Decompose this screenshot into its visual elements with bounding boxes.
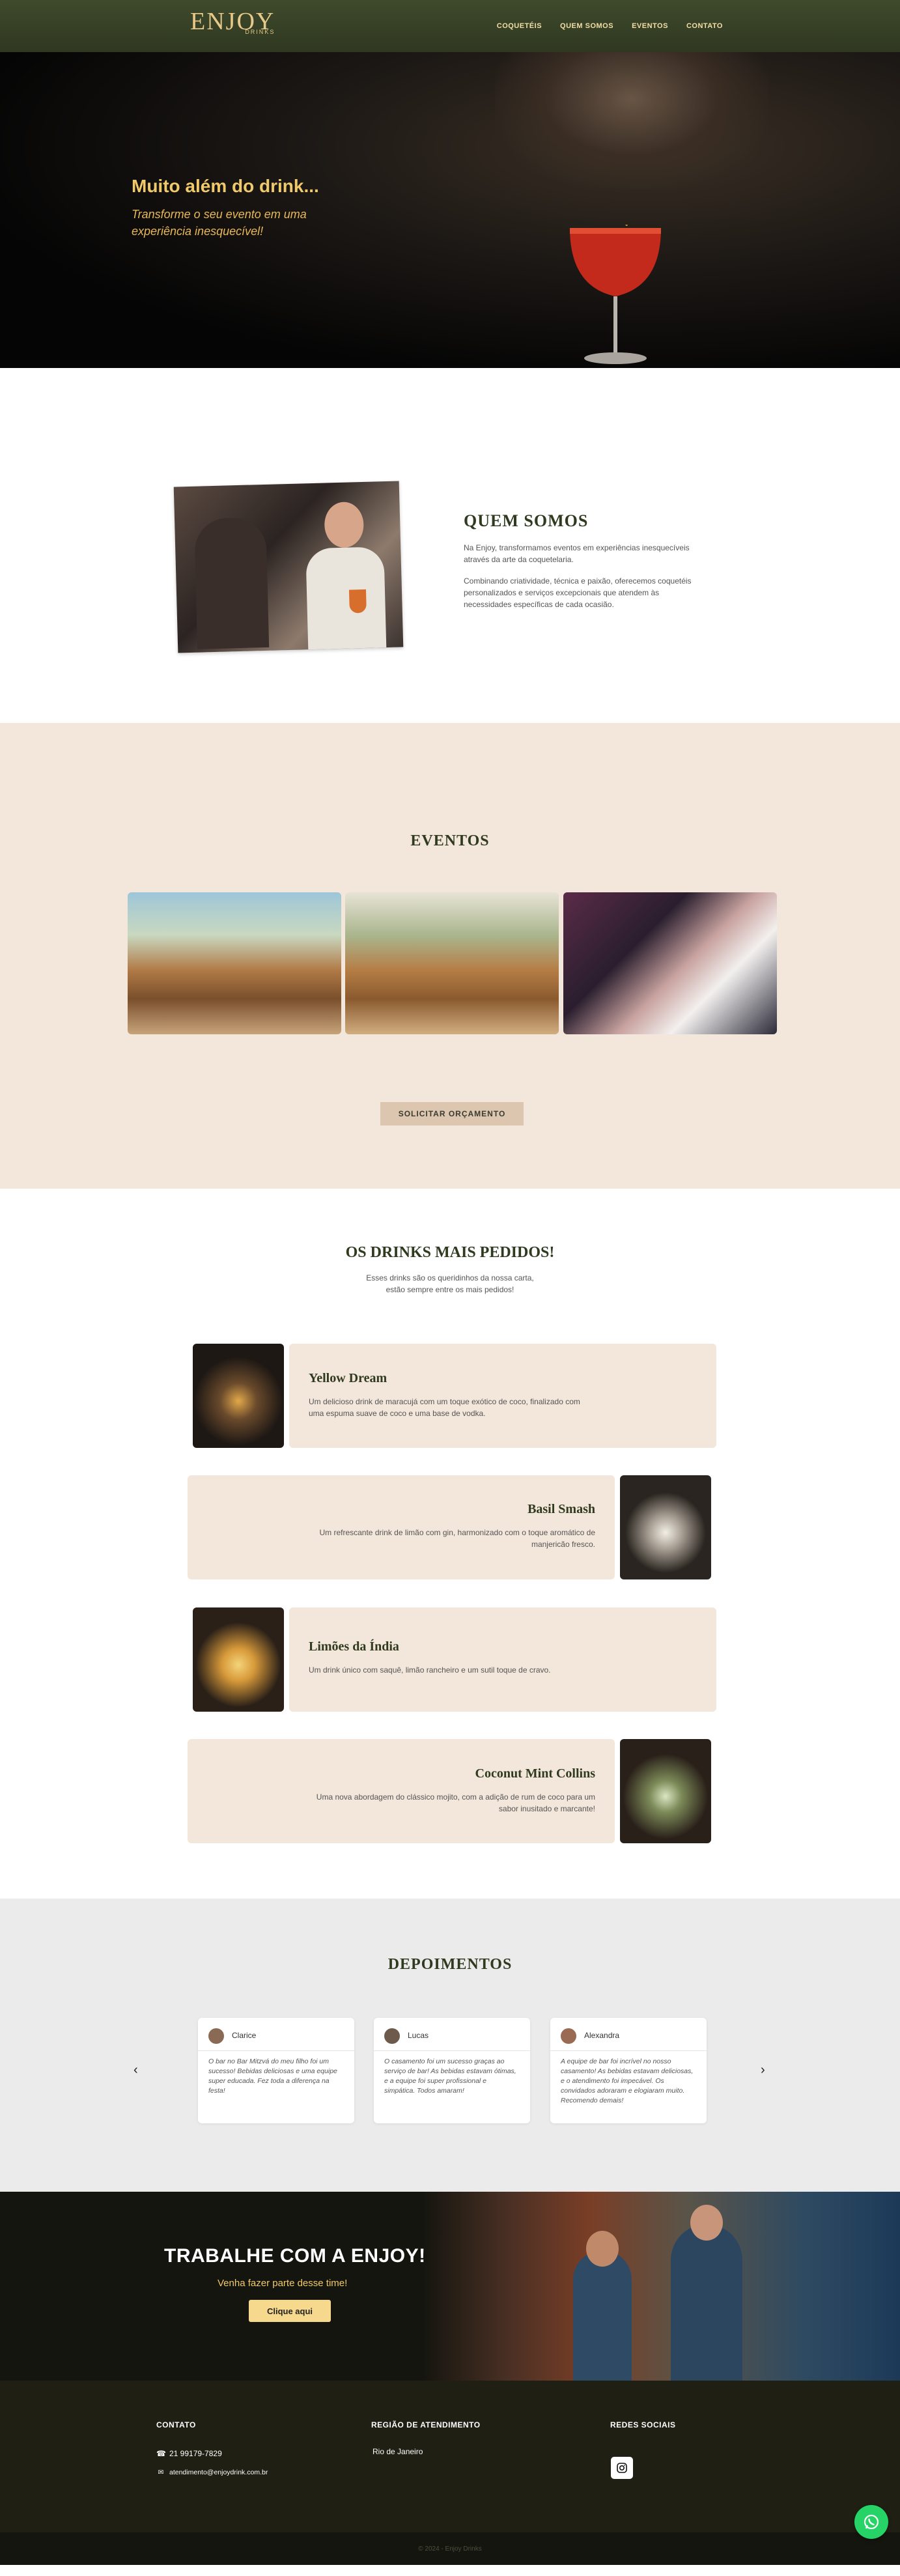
hero-title: Muito além do drink...	[132, 176, 319, 196]
drink-name: Limões da Índia	[309, 1639, 399, 1654]
testimonial-name: Clarice	[232, 2031, 257, 2040]
avatar	[384, 2028, 400, 2044]
whatsapp-icon[interactable]	[854, 2505, 888, 2539]
nav-coqueteis[interactable]: COQUETÉIS	[497, 22, 542, 30]
evento-photo-2[interactable]	[345, 892, 559, 1034]
drink-description: Um delicioso drink de maracujá com um to…	[309, 1397, 580, 1418]
drink-name: Basil Smash	[527, 1502, 595, 1516]
drinks-section: OS DRINKS MAIS PEDIDOS! Esses drinks são…	[0, 1189, 900, 1899]
drink-photo-limoes-da-india	[193, 1607, 284, 1712]
phone-number: 21 99179-7829	[169, 2449, 222, 2458]
footer-regiao: Rio de Janeiro	[373, 2447, 423, 2456]
quem-somos-paragraph-1: Na Enjoy, transformamos eventos em exper…	[464, 543, 690, 564]
carousel-next-arrow-icon[interactable]: ›	[761, 2063, 765, 2078]
footer-bottom-bar: © 2024 - Enjoy Drinks	[0, 2505, 900, 2565]
footer-email[interactable]: ✉ atendimento@enjoydrink.com.br	[156, 2469, 268, 2476]
evento-photo-3[interactable]	[563, 892, 777, 1034]
carousel-prev-arrow-icon[interactable]: ‹	[134, 2063, 138, 2078]
hero-hands-image	[495, 52, 768, 189]
footer-contato-title: CONTATO	[156, 2420, 196, 2429]
email-address: atendimento@enjoydrink.com.br	[169, 2469, 268, 2476]
testimonial-name: Alexandra	[584, 2031, 620, 2040]
cocktail-glass-image	[570, 225, 661, 364]
footer-phone[interactable]: ☎ 21 99179-7829	[156, 2449, 222, 2458]
avatar	[561, 2028, 576, 2044]
site-footer: CONTATO ☎ 21 99179-7829 ✉ atendimento@enjo…	[0, 2381, 900, 2532]
testimonial-text: A equipe de bar foi incrível no nosso ca…	[561, 2058, 694, 2104]
bartenders-photo	[423, 2192, 900, 2381]
drinks-subtitle-line-1: Esses drinks são os queridinhos da nossa…	[366, 1273, 534, 1282]
depoimentos-section: DEPOIMENTOS ‹ › Clarice O bar no Bar Mit…	[0, 1899, 900, 2192]
footer-redes-title: REDES SOCIAIS	[610, 2420, 676, 2429]
trabalhe-section: TRABALHE COM A ENJOY! Venha fazer parte …	[0, 2192, 900, 2381]
testimonial-name: Lucas	[408, 2031, 429, 2040]
testimonial-text: O bar no Bar Mitzvá do meu filho foi um …	[208, 2058, 337, 2095]
nav-eventos[interactable]: EVENTOS	[632, 22, 668, 30]
site-header: ENJOY DRINKS COQUETÉIS QUEM SOMOS EVENTO…	[0, 0, 900, 52]
eventos-section: EVENTOS SOLICITAR ORÇAMENTO	[0, 723, 900, 1189]
solicitar-orcamento-button[interactable]: SOLICITAR ORÇAMENTO	[380, 1102, 524, 1125]
drink-description: Um drink único com saquê, limão rancheir…	[309, 1665, 551, 1675]
drinks-title: OS DRINKS MAIS PEDIDOS!	[345, 1244, 555, 1261]
nav-contato[interactable]: CONTATO	[686, 22, 723, 30]
footer-regiao-title: REGIÃO DE ATENDIMENTO	[371, 2420, 481, 2429]
evento-photo-1[interactable]	[128, 892, 341, 1034]
copyright: © 2024 - Enjoy Drinks	[418, 2545, 482, 2553]
drink-card-limoes-da-india	[289, 1607, 716, 1712]
testimonial-card: Lucas O casamento foi um sucesso graças …	[374, 2018, 530, 2123]
drink-photo-yellow-dream	[193, 1344, 284, 1448]
quem-somos-section: QUEM SOMOS Na Enjoy, transformamos event…	[0, 368, 900, 723]
main-nav: COQUETÉIS QUEM SOMOS EVENTOS CONTATO	[497, 22, 723, 30]
quem-somos-paragraph-2: Combinando criatividade, técnica e paixã…	[464, 576, 692, 609]
drinks-subtitle-line-2: estão sempre entre os mais pedidos!	[386, 1285, 514, 1294]
drink-photo-coconut-mint-collins	[620, 1739, 711, 1843]
nav-quem-somos[interactable]: QUEM SOMOS	[560, 22, 613, 30]
testimonial-text: O casamento foi um sucesso graças ao ser…	[384, 2058, 516, 2095]
testimonial-card: Alexandra A equipe de bar foi incrível n…	[550, 2018, 707, 2123]
clique-aqui-button[interactable]: Clique aqui	[249, 2300, 331, 2322]
drink-name: Yellow Dream	[309, 1371, 387, 1385]
drink-photo-basil-smash	[620, 1475, 711, 1579]
quem-somos-title: QUEM SOMOS	[464, 511, 589, 530]
quem-somos-photo	[173, 481, 404, 653]
phone-icon: ☎	[156, 2449, 166, 2458]
logo[interactable]: ENJOY DRINKS	[190, 9, 275, 35]
hero-subtitle: Transforme o seu evento em uma experiênc…	[132, 208, 307, 238]
trabalhe-title: TRABALHE COM A ENJOY!	[164, 2245, 426, 2267]
eventos-title: EVENTOS	[410, 832, 490, 849]
envelope-icon: ✉	[158, 2469, 164, 2476]
drink-description: Uma nova abordagem do clássico mojito, c…	[316, 1792, 595, 1813]
depoimentos-title: DEPOIMENTOS	[387, 1956, 513, 1973]
trabalhe-subtitle: Venha fazer parte desse time!	[218, 2278, 348, 2289]
drink-name: Coconut Mint Collins	[475, 1766, 595, 1781]
hero-section: Muito além do drink... Transforme o seu …	[0, 52, 900, 368]
instagram-icon[interactable]	[611, 2457, 633, 2479]
avatar	[208, 2028, 224, 2044]
drink-description: Um refrescante drink de limão com gin, h…	[319, 1528, 595, 1549]
drinks-subtitle: Esses drinks são os queridinhos da nossa…	[0, 1272, 900, 1295]
testimonial-card: Clarice O bar no Bar Mitzvá do meu filho…	[198, 2018, 354, 2123]
